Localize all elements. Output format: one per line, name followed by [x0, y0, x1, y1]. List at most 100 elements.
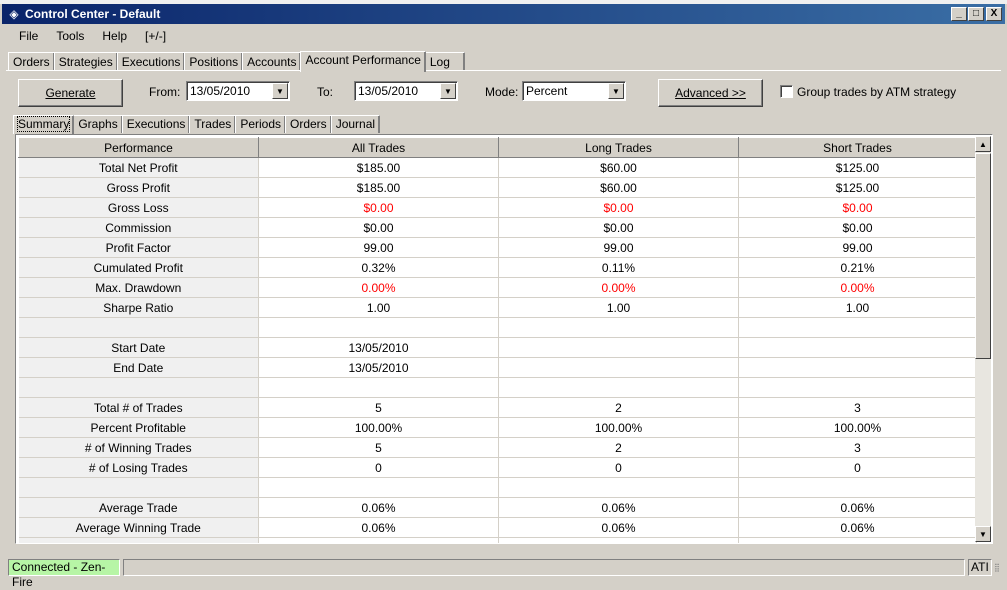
- generate-button[interactable]: Generate: [18, 79, 123, 107]
- app-diamond-icon: ◈: [9, 7, 19, 21]
- row-value-cell: 13/05/2010: [258, 357, 499, 378]
- row-value-cell: 0.00%: [258, 537, 499, 543]
- table-row[interactable]: Profit Factor 99.00 99.00 99.00: [18, 237, 977, 258]
- tab-journal[interactable]: Journal: [330, 115, 381, 133]
- menu-expand-collapse[interactable]: [+/-]: [136, 29, 175, 43]
- column-header-performance[interactable]: Performance: [18, 137, 259, 158]
- tab-summary-label: Summary: [16, 116, 71, 132]
- table-row[interactable]: Average Losing Trade0.00%0.00%0.00%: [18, 537, 977, 543]
- table-row[interactable]: Average Trade 0.06% 0.06% 0.06%: [18, 497, 977, 518]
- vertical-scrollbar[interactable]: ▲ ▼: [975, 136, 991, 542]
- to-dropdown-arrow-icon[interactable]: ▼: [440, 83, 456, 99]
- ati-status: ATI: [968, 559, 992, 576]
- row-value-cell: [258, 377, 499, 398]
- row-label-cell: # of Winning Trades: [18, 437, 259, 458]
- row-value-cell: 0.00%: [498, 537, 739, 543]
- tab-periods[interactable]: Periods: [235, 115, 286, 133]
- table-body: Total Net Profit $185.00 $60.00 $125.00 Gros…: [18, 157, 977, 543]
- mode-dropdown-arrow-icon[interactable]: ▼: [608, 83, 624, 99]
- table-row[interactable]: [18, 477, 977, 498]
- from-label: From:: [149, 85, 181, 99]
- row-value-cell: $185.00: [258, 157, 499, 178]
- table-row[interactable]: Commission $0.00 $0.00 $0.00: [18, 217, 977, 238]
- close-button[interactable]: X: [986, 7, 1002, 21]
- title-bar[interactable]: ◈ Control Center - Default _ □ X: [2, 4, 1005, 24]
- scroll-up-icon[interactable]: ▲: [975, 136, 991, 152]
- row-label-cell: Average Trade: [18, 497, 259, 518]
- row-value-cell: 1.00: [498, 297, 739, 318]
- table-row[interactable]: End Date 13/05/2010: [18, 357, 977, 378]
- column-header-all-trades[interactable]: All Trades: [258, 137, 499, 158]
- mode-label: Mode:: [485, 85, 519, 99]
- table-row[interactable]: Total # of Trades 5 2 3: [18, 397, 977, 418]
- tab-sub-orders[interactable]: Orders: [285, 115, 332, 133]
- tab-strategies[interactable]: Strategies: [53, 52, 118, 71]
- row-label-cell: Commission: [18, 217, 259, 238]
- row-value-cell: 99.00: [498, 237, 739, 258]
- row-value-cell: [498, 377, 739, 398]
- row-value-cell: $125.00: [738, 157, 977, 178]
- column-header-long-trades[interactable]: Long Trades: [498, 137, 739, 158]
- row-value-cell: 100.00%: [258, 417, 499, 438]
- row-label-cell: [18, 377, 259, 398]
- tab-positions[interactable]: Positions: [184, 52, 244, 71]
- row-value-cell: $0.00: [498, 197, 739, 218]
- row-value-cell: 99.00: [738, 237, 977, 258]
- minimize-button[interactable]: _: [951, 7, 967, 21]
- mode-select[interactable]: Percent ▼: [522, 81, 626, 101]
- row-value-cell: 100.00%: [498, 417, 739, 438]
- row-value-cell: $60.00: [498, 177, 739, 198]
- from-dropdown-arrow-icon[interactable]: ▼: [272, 83, 288, 99]
- advanced-button-label: Advanced >>: [675, 86, 746, 100]
- from-date-picker[interactable]: 13/05/2010 ▼: [186, 81, 290, 101]
- table-row[interactable]: Start Date 13/05/2010: [18, 337, 977, 358]
- tab-log[interactable]: Log: [424, 52, 465, 71]
- row-value-cell: 0.00%: [738, 537, 977, 543]
- column-header-short-trades[interactable]: Short Trades: [738, 137, 977, 158]
- table-row[interactable]: Percent Profitable 100.00% 100.00% 100.00%: [18, 417, 977, 438]
- menu-help[interactable]: Help: [93, 29, 136, 43]
- row-value-cell: [258, 477, 499, 498]
- tab-executions[interactable]: Executions: [116, 52, 186, 71]
- group-by-atm-checkbox[interactable]: [780, 85, 793, 98]
- table-header-row: Performance All Trades Long Trades Short…: [18, 137, 977, 158]
- to-date-picker[interactable]: 13/05/2010 ▼: [354, 81, 458, 101]
- table-row[interactable]: [18, 377, 977, 398]
- tab-sub-executions[interactable]: Executions: [121, 115, 191, 133]
- row-value-cell: [498, 317, 739, 338]
- table-row[interactable]: Cumulated Profit 0.32% 0.11% 0.21%: [18, 257, 977, 278]
- tab-accounts[interactable]: Accounts: [242, 52, 302, 71]
- tab-trades[interactable]: Trades: [189, 115, 237, 133]
- window-title: Control Center - Default: [25, 7, 161, 21]
- tab-graphs[interactable]: Graphs: [73, 115, 123, 133]
- table-row[interactable]: Sharpe Ratio 1.00 1.00 1.00: [18, 297, 977, 318]
- status-bar: Connected - Zen-Fire ATI ⣿: [4, 559, 1003, 589]
- menu-file[interactable]: File: [10, 29, 47, 43]
- resize-grip-icon[interactable]: ⣿: [994, 563, 1000, 572]
- row-value-cell: $0.00: [258, 197, 499, 218]
- scroll-thumb[interactable]: [975, 153, 991, 359]
- advanced-button[interactable]: Advanced >>: [658, 79, 763, 107]
- scroll-down-icon[interactable]: ▼: [975, 526, 991, 542]
- tab-divider: [6, 70, 1001, 71]
- performance-grid[interactable]: Performance All Trades Long Trades Short…: [15, 134, 993, 544]
- table-row[interactable]: Average Winning Trade 0.06% 0.06% 0.06%: [18, 517, 977, 538]
- table-row[interactable]: Gross Loss $0.00 $0.00 $0.00: [18, 197, 977, 218]
- row-value-cell: 0.06%: [498, 497, 739, 518]
- group-by-atm-label: Group trades by ATM strategy: [797, 85, 957, 99]
- table-row[interactable]: [18, 317, 977, 338]
- table-row[interactable]: Total Net Profit $185.00 $60.00 $125.00: [18, 157, 977, 178]
- maximize-button[interactable]: □: [968, 7, 984, 21]
- table-row[interactable]: # of Losing Trades 0 0 0: [18, 457, 977, 478]
- row-value-cell: [258, 317, 499, 338]
- table-row[interactable]: Max. Drawdown 0.00% 0.00% 0.00%: [18, 277, 977, 298]
- row-label-cell: Max. Drawdown: [18, 277, 259, 298]
- tab-summary[interactable]: Summary: [13, 115, 75, 134]
- tab-orders[interactable]: Orders: [8, 52, 55, 71]
- menu-tools[interactable]: Tools: [47, 29, 93, 43]
- table-row[interactable]: Gross Profit $185.00 $60.00 $125.00: [18, 177, 977, 198]
- table-row[interactable]: # of Winning Trades 5 2 3: [18, 437, 977, 458]
- row-value-cell: $125.00: [738, 177, 977, 198]
- row-value-cell: $0.00: [738, 197, 977, 218]
- tab-account-performance[interactable]: Account Performance: [300, 51, 426, 72]
